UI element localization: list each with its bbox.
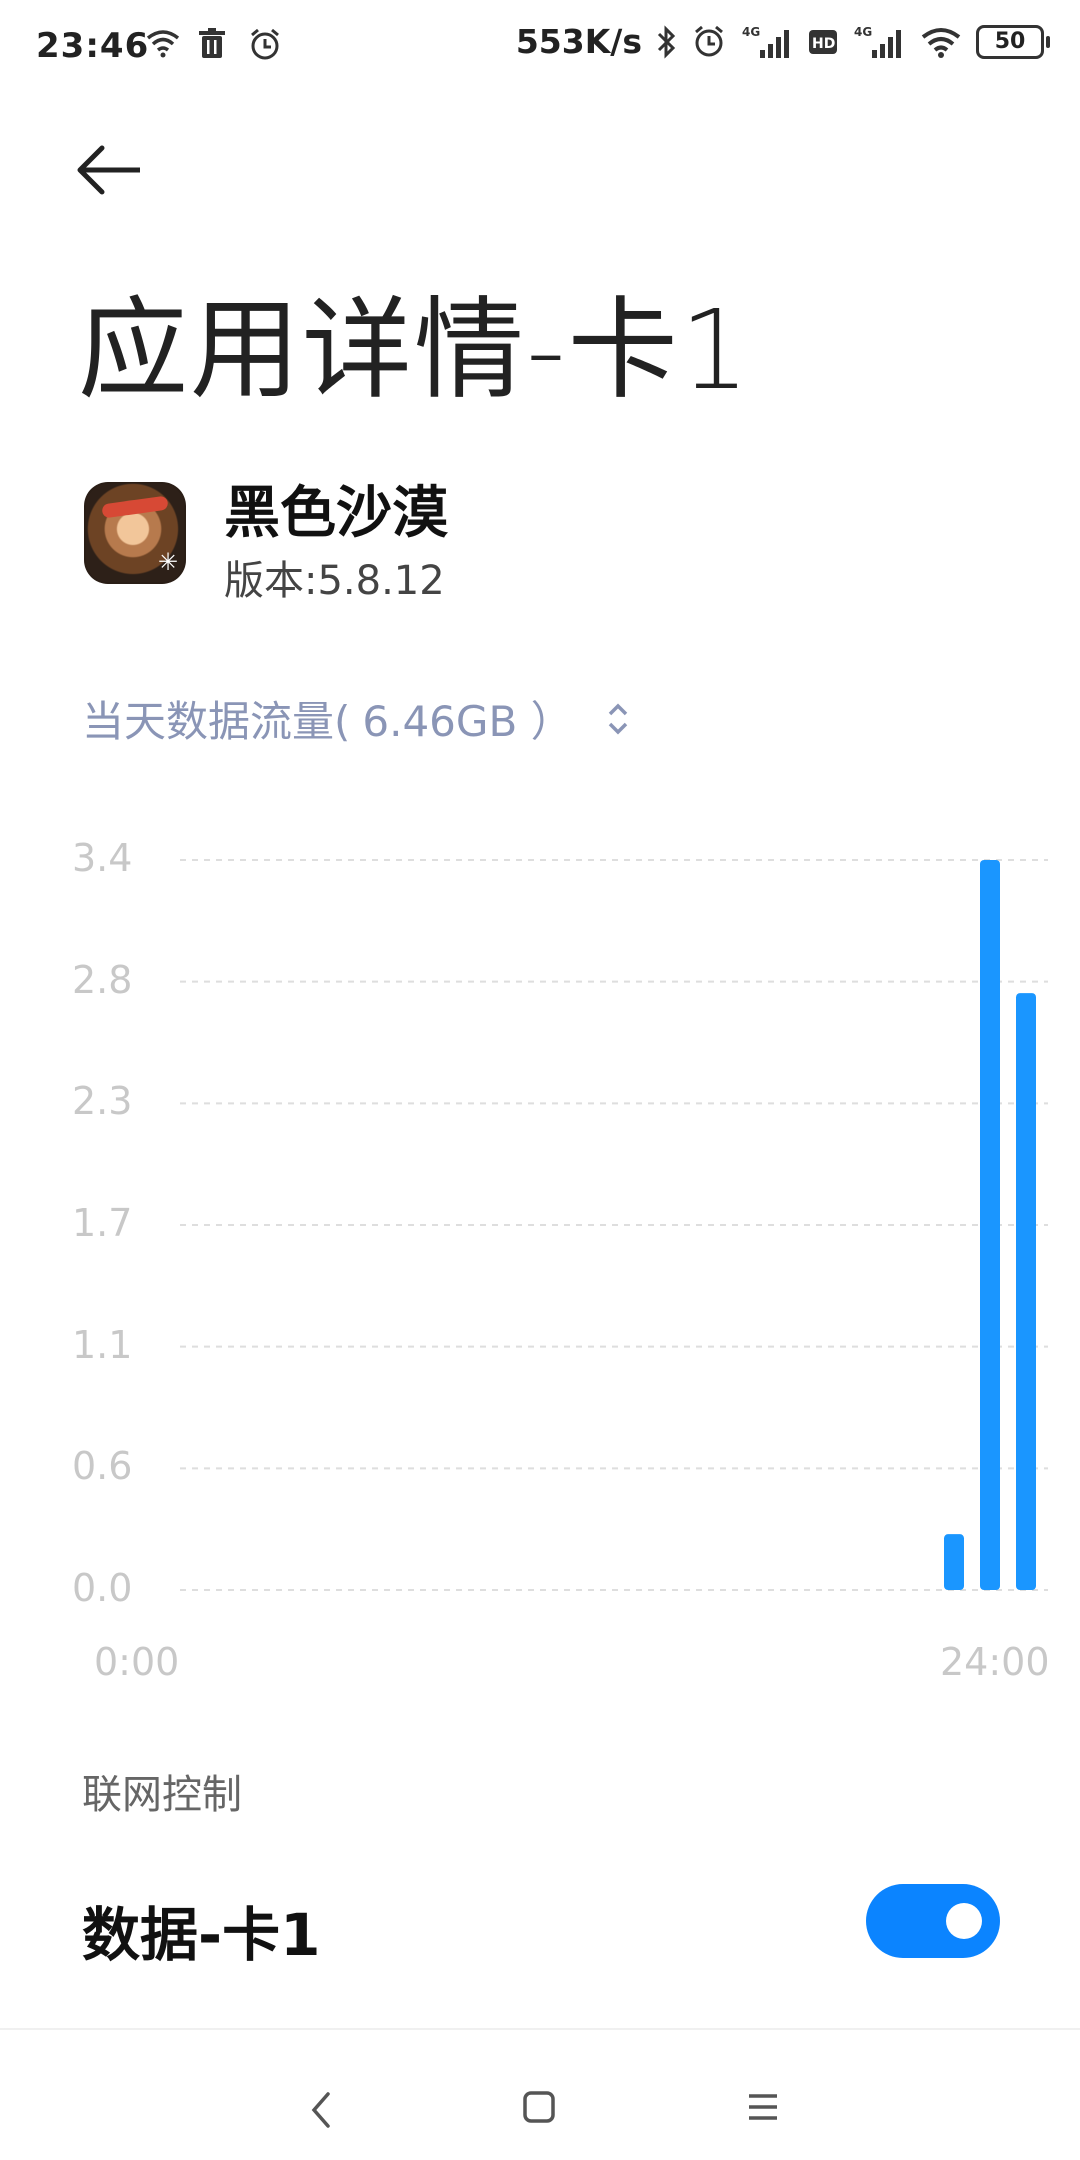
hd-icon: HD bbox=[809, 29, 837, 54]
chart-bar bbox=[944, 1534, 964, 1590]
usage-label: 当天数据流量( bbox=[82, 697, 351, 746]
usage-value: 6.46GB ） bbox=[362, 697, 573, 746]
data-sim1-label: 数据-卡1 bbox=[82, 1901, 321, 1969]
usage-chart-svg bbox=[180, 859, 1048, 1591]
y-tick-label: 2.3 bbox=[72, 1079, 133, 1124]
data-sim1-toggle[interactable] bbox=[866, 1884, 1000, 1958]
net-speed: 553K/s bbox=[515, 22, 642, 61]
usage-chart: 3.4 2.8 2.3 1.7 1.1 0.6 0.0 0:00 24:00 bbox=[0, 820, 1080, 1700]
bluetooth-icon bbox=[657, 24, 676, 59]
sort-updown-icon bbox=[608, 703, 627, 734]
signal-4g-icon: 4G bbox=[854, 25, 901, 58]
status-time: 23:46 bbox=[36, 26, 150, 66]
svg-text:HD: HD bbox=[812, 36, 835, 52]
alarm-icon bbox=[251, 28, 279, 60]
page-title: 应用详情-卡1 bbox=[78, 286, 752, 414]
app-icon: ✳ bbox=[84, 482, 186, 584]
app-name: 黑色沙漠 bbox=[224, 481, 448, 546]
alarm-icon bbox=[695, 25, 723, 56]
status-right-group: 553K/s 4G HD 4G 50 bbox=[515, 22, 1050, 61]
y-tick-label: 3.4 bbox=[72, 836, 133, 880]
svg-text:4G: 4G bbox=[854, 25, 872, 39]
y-tick-label: 1.7 bbox=[72, 1201, 133, 1245]
toggle-knob bbox=[946, 1903, 982, 1939]
nav-home-icon[interactable] bbox=[522, 2090, 556, 2124]
chart-bar bbox=[1016, 993, 1036, 1590]
signal-4g-icon: 4G bbox=[742, 25, 789, 58]
y-tick-label: 0.0 bbox=[72, 1566, 133, 1610]
wifi-icon bbox=[921, 27, 961, 58]
nav-back-icon[interactable] bbox=[306, 2090, 336, 2130]
back-arrow-icon[interactable] bbox=[70, 140, 146, 200]
trash-icon bbox=[199, 28, 225, 58]
chart-bar bbox=[980, 860, 1000, 1590]
battery-indicator: 50 bbox=[976, 24, 1050, 59]
section-network-control: 联网控制 bbox=[82, 1772, 242, 1818]
app-version: 版本:5.8.12 bbox=[224, 558, 445, 604]
nav-bar bbox=[0, 2028, 1080, 2160]
status-bar: 23:46 553K/s 4G HD 4G 50 bbox=[0, 0, 1080, 96]
usage-period-selector[interactable]: 当天数据流量( 6.46GB ） bbox=[82, 688, 631, 749]
x-tick-start: 0:00 bbox=[94, 1640, 180, 1684]
wifi-icon bbox=[146, 30, 180, 58]
x-tick-end: 24:00 bbox=[940, 1640, 1050, 1684]
y-tick-label: 0.6 bbox=[72, 1444, 133, 1489]
svg-text:4G: 4G bbox=[742, 25, 760, 39]
y-tick-label: 2.8 bbox=[72, 957, 133, 1002]
y-tick-label: 1.1 bbox=[72, 1322, 133, 1367]
nav-menu-icon[interactable] bbox=[746, 2090, 780, 2124]
